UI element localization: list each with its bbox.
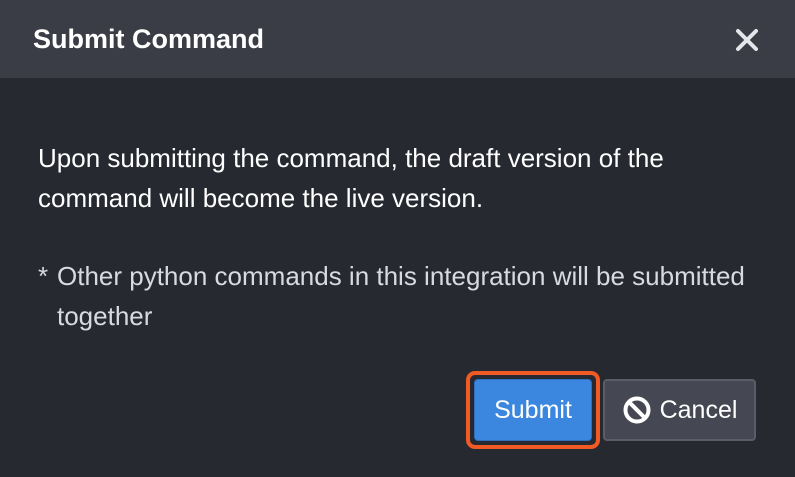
cancel-button[interactable]: Cancel bbox=[603, 379, 756, 441]
cancel-label: Cancel bbox=[659, 395, 738, 424]
dialog-header: Submit Command bbox=[0, 0, 795, 78]
dialog-title: Submit Command bbox=[33, 24, 265, 54]
close-icon[interactable] bbox=[733, 26, 761, 54]
note-marker: * bbox=[38, 261, 49, 291]
note-text: Other python commands in this integratio… bbox=[57, 261, 745, 331]
submit-button[interactable]: Submit bbox=[474, 379, 592, 441]
dialog-message: Upon submitting the command, the draft v… bbox=[38, 143, 664, 213]
dialog-note: * Other python commands in this integrat… bbox=[38, 256, 758, 336]
submit-button-highlight: Submit bbox=[466, 371, 600, 449]
ban-icon bbox=[622, 395, 652, 425]
submit-command-dialog: Submit Command Upon submitting the comma… bbox=[0, 0, 795, 477]
